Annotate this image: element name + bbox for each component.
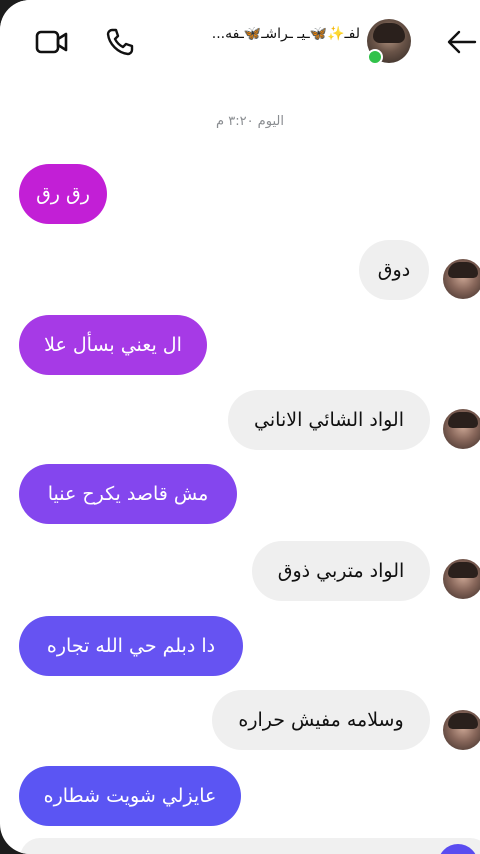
message-text: ال يعني بسأل علا — [44, 334, 182, 356]
contact-avatar[interactable] — [367, 19, 411, 65]
avatar-hair-shape — [448, 562, 478, 578]
video-call-button[interactable] — [30, 22, 74, 62]
contact-message-avatar[interactable] — [443, 710, 480, 750]
contact-name[interactable]: لفـ✨🦋ـيـ ـراشـ🦋ـفه... — [168, 26, 360, 50]
chat-screen: لفـ✨🦋ـيـ ـراشـ🦋ـفه... اليوم ٣:٢٠ م رق رق… — [0, 0, 480, 854]
message-text: الواد متربي ذوق — [277, 560, 405, 582]
avatar-hair-shape — [373, 23, 405, 43]
day-timestamp: اليوم ٣:٢٠ م — [216, 114, 284, 129]
sent-message-bubble[interactable]: مش قاصد يكرح عنيا — [19, 464, 237, 524]
sent-message-bubble[interactable]: دا دبلم حي الله تجاره — [19, 616, 243, 676]
received-message-bubble[interactable]: وسلامه مفيش حراره — [212, 690, 430, 750]
message-text: دا دبلم حي الله تجاره — [46, 635, 216, 657]
back-button[interactable] — [440, 20, 480, 64]
sent-message-bubble[interactable]: ال يعني بسأل علا — [19, 315, 207, 375]
received-message-bubble[interactable]: الواد متربي ذوق — [252, 541, 430, 601]
voice-call-button[interactable] — [98, 20, 142, 64]
message-text: رق رق — [36, 183, 90, 205]
online-status-dot — [367, 49, 383, 65]
avatar-hair-shape — [448, 262, 478, 278]
contact-message-avatar[interactable] — [443, 259, 480, 299]
arrow-left-icon — [447, 30, 477, 54]
message-text: الواد الشائي الاناني — [254, 409, 404, 431]
contact-message-avatar[interactable] — [443, 409, 480, 449]
video-camera-icon — [35, 30, 68, 54]
received-message-bubble[interactable]: دوق — [359, 240, 429, 300]
contact-message-avatar[interactable] — [443, 559, 480, 599]
received-message-bubble[interactable]: الواد الشائي الاناني — [228, 390, 430, 450]
message-text: عايزلي شويت شطاره — [43, 785, 217, 807]
avatar-hair-shape — [448, 713, 478, 729]
message-text: دوق — [377, 259, 411, 281]
message-composer[interactable] — [20, 838, 480, 854]
message-text: مش قاصد يكرح عنيا — [47, 483, 209, 505]
sent-message-bubble[interactable]: رق رق — [19, 164, 107, 224]
chat-header: لفـ✨🦋ـيـ ـراشـ🦋ـفه... — [0, 0, 480, 84]
avatar-hair-shape — [448, 412, 478, 428]
message-text: وسلامه مفيش حراره — [238, 709, 404, 731]
sent-message-bubble[interactable]: عايزلي شويت شطاره — [19, 766, 241, 826]
phone-icon — [106, 28, 134, 56]
